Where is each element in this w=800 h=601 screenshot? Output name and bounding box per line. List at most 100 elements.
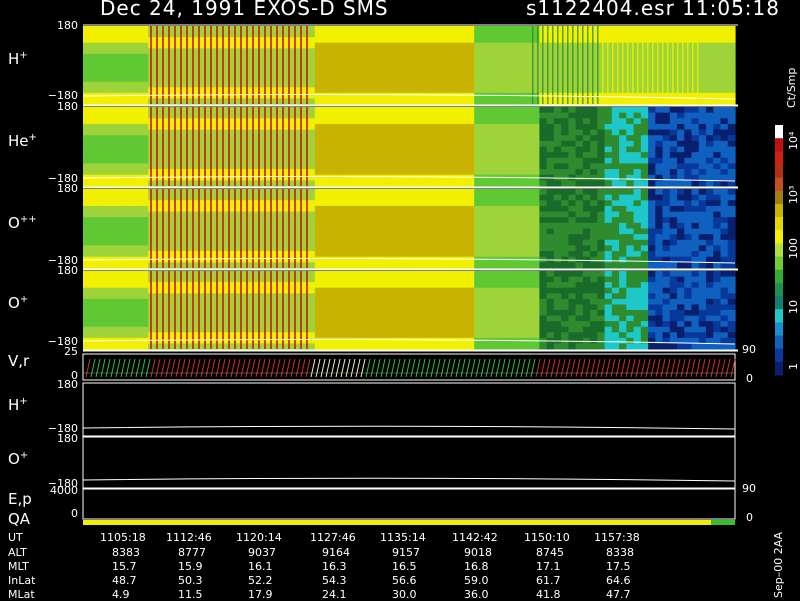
spectrogram-cell [554,299,562,305]
spectrogram-cell [699,43,707,49]
spectrogram-cell [271,118,279,124]
spectrogram-cell [366,240,374,246]
spectrogram-cell [692,206,700,212]
spectrogram-cell [83,158,91,164]
spectrogram-cell [271,316,279,322]
spectrogram-cell [547,169,555,175]
spectrogram-cell [409,180,417,186]
spectrogram-cell [568,163,576,169]
spectrogram-cell [445,257,453,263]
spectrogram-cell [713,43,721,49]
spectrogram-cell [423,240,431,246]
spectrogram-cell [684,147,692,153]
spectrogram-cell [373,37,381,43]
spectrogram-cell [525,158,533,164]
spectrogram-cell [83,234,91,240]
spectrogram-cell [315,169,323,175]
spectrogram-cell [460,76,468,82]
spectrogram-cell [641,293,649,299]
spectrogram-cell [496,118,504,124]
spectrogram-cell [409,113,417,119]
spectrogram-cell [474,124,482,130]
spectrogram-cell [380,251,388,257]
spectrogram-cell [184,293,192,299]
spectrogram-cell [105,135,113,141]
spectrogram-cell [503,152,511,158]
spectrogram-cell [525,327,533,333]
spectrogram-cell [380,175,388,181]
spectrogram-cell [344,245,352,251]
spectrogram-cell [713,180,721,186]
spectrogram-cell [597,189,605,195]
spectrogram-cell [713,113,721,119]
spectrogram-cell [467,158,475,164]
spectrogram-cell [445,147,453,153]
spectrogram-cell [119,245,127,251]
spectrogram-cell [547,229,555,235]
spectrogram-cell [409,310,417,316]
spectrogram-cell [539,310,547,316]
spectrogram-cell [148,158,156,164]
spectrogram-cell [438,87,446,93]
spectrogram-cell [539,130,547,136]
spectrogram-cell [402,223,410,229]
spectrogram-cell [496,169,504,175]
spectrogram-cell [423,32,431,38]
spectrogram-cell [474,189,482,195]
spectrogram-cell [337,293,345,299]
spectrogram-cell [83,299,91,305]
spectrogram-cell [308,189,316,195]
spectrogram-cell [337,195,345,201]
spectrogram-cell [568,245,576,251]
spectrogram-cell [583,32,591,38]
spectrogram-cell [612,206,620,212]
spectrogram-cell [409,135,417,141]
spectrogram-cell [576,147,584,153]
spectrogram-cell [612,310,620,316]
spectrogram-cell [141,251,149,257]
spectrogram-cell [489,32,497,38]
spectrogram-cell [728,93,736,99]
spectrogram-cell [409,93,417,99]
spectrogram-cell [344,107,352,113]
spectrogram-cell [344,234,352,240]
spectrogram-cell [489,206,497,212]
spectrogram-cell [503,189,511,195]
spectrogram-cell [481,288,489,294]
spectrogram-cell [518,48,526,54]
spectrogram-cell [576,113,584,119]
spectrogram-cell [373,299,381,305]
spectrogram-cell [518,87,526,93]
spectrogram-cell [699,135,707,141]
spectrogram-cell [438,293,446,299]
spectrogram-cell [83,271,91,277]
spectrogram-cell [561,299,569,305]
spectrogram-cell [387,65,395,71]
spectrogram-cell [677,158,685,164]
spectrogram-cell [315,217,323,223]
spectrogram-cell [409,338,417,344]
spectrogram-cell [315,304,323,310]
spectrogram-cell [503,113,511,119]
spectrogram-cell [518,163,526,169]
spectrogram-cell [489,223,497,229]
spectrogram-cell [105,118,113,124]
spectrogram-cell [97,288,105,294]
spectrogram-cell [496,288,504,294]
spectrogram-cell [170,338,178,344]
spectrogram-cell [416,113,424,119]
spectrogram-cell [474,76,482,82]
spectrogram-cell [590,163,598,169]
spectrogram-cell [467,321,475,327]
spectrogram-cell [518,212,526,218]
spectrogram-cell [481,293,489,299]
spectrogram-cell [221,147,229,153]
spectrogram-cell [568,299,576,305]
spectrogram-cell [134,113,142,119]
spectrogram-cell [532,169,540,175]
spectrogram-cell [431,327,439,333]
spectrogram-cell [518,217,526,223]
spectrogram-cell [496,304,504,310]
spectrogram-cell [416,107,424,113]
spectrogram-cell [329,245,337,251]
